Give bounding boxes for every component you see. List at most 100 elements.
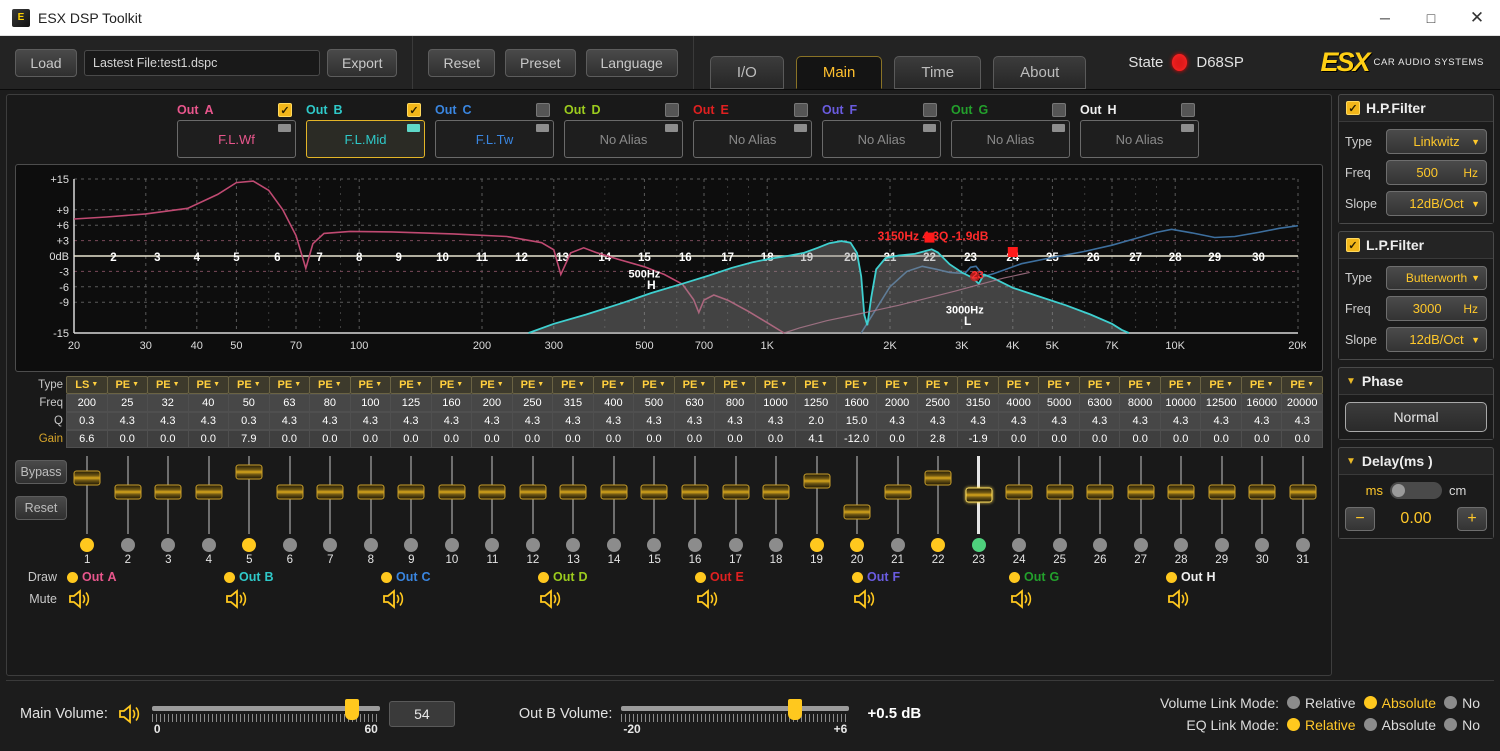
slider-knob-6[interactable] (276, 484, 303, 499)
eq-q-8[interactable]: 4.3 (350, 412, 392, 430)
slider-track-15[interactable] (653, 456, 655, 534)
eq-gain-13[interactable]: 0.0 (552, 430, 594, 448)
eq-type-19[interactable]: PE▼ (795, 376, 837, 394)
eq-type-1[interactable]: LS▼ (66, 376, 108, 394)
mute-item-b[interactable] (224, 588, 381, 610)
draw-item-h[interactable]: OutH (1166, 570, 1323, 584)
lp-type-select[interactable]: Butterworth ▼ (1386, 266, 1487, 290)
eq-gain-20[interactable]: -12.0 (836, 430, 878, 448)
eq-slider-28[interactable]: 28 (1161, 454, 1202, 566)
slider-track-21[interactable] (897, 456, 899, 534)
eq-type-9[interactable]: PE▼ (390, 376, 432, 394)
mute-item-f[interactable] (852, 588, 1009, 610)
slider-knob-7[interactable] (317, 484, 344, 499)
slider-handle[interactable] (345, 699, 359, 720)
draw-toggle-icon[interactable] (695, 572, 706, 583)
eq-slider-21[interactable]: 21 (877, 454, 918, 566)
slider-knob-30[interactable] (1249, 484, 1276, 499)
load-button[interactable]: Load (15, 49, 77, 77)
eq-slider-3[interactable]: 3 (148, 454, 189, 566)
eq-type-7[interactable]: PE▼ (309, 376, 351, 394)
eq-q-6[interactable]: 4.3 (269, 412, 311, 430)
slider-track-22[interactable] (937, 456, 939, 534)
draw-item-d[interactable]: OutD (538, 570, 695, 584)
eq-gain-21[interactable]: 0.0 (876, 430, 918, 448)
eq-freq-25[interactable]: 5000 (1038, 394, 1080, 412)
slider-track-7[interactable] (329, 456, 331, 534)
output-enable-checkbox-g[interactable] (1052, 103, 1066, 117)
eq-type-16[interactable]: PE▼ (674, 376, 716, 394)
slider-indicator-28[interactable] (1174, 538, 1188, 552)
delay-decrement-button[interactable]: − (1345, 507, 1375, 531)
output-alias-e[interactable]: No Alias (693, 120, 812, 158)
slider-track-29[interactable] (1221, 456, 1223, 534)
eq-type-14[interactable]: PE▼ (593, 376, 635, 394)
eq-type-25[interactable]: PE▼ (1038, 376, 1080, 394)
eq-slider-16[interactable]: 16 (675, 454, 716, 566)
eq-gain-18[interactable]: 0.0 (755, 430, 797, 448)
slider-track[interactable] (621, 706, 849, 711)
slider-track-23[interactable] (977, 456, 980, 534)
output-enable-checkbox-f[interactable] (923, 103, 937, 117)
eq-gain-26[interactable]: 0.0 (1079, 430, 1121, 448)
volume-link-relative[interactable]: Relative (1287, 695, 1356, 711)
slider-track-28[interactable] (1180, 456, 1182, 534)
output-alias-f[interactable]: No Alias (822, 120, 941, 158)
eq-type-15[interactable]: PE▼ (633, 376, 675, 394)
eq-q-9[interactable]: 4.3 (390, 412, 432, 430)
output-alias-b[interactable]: F.L.Mid (306, 120, 425, 158)
eq-slider-17[interactable]: 17 (715, 454, 756, 566)
eq-gain-25[interactable]: 0.0 (1038, 430, 1080, 448)
slider-indicator-21[interactable] (891, 538, 905, 552)
speaker-icon[interactable] (538, 588, 564, 610)
slider-indicator-11[interactable] (485, 538, 499, 552)
eq-freq-5[interactable]: 50 (228, 394, 270, 412)
slider-indicator-25[interactable] (1053, 538, 1067, 552)
delay-increment-button[interactable]: + (1457, 507, 1487, 531)
slider-indicator-3[interactable] (161, 538, 175, 552)
mute-item-a[interactable] (67, 588, 224, 610)
eq-freq-9[interactable]: 125 (390, 394, 432, 412)
slider-indicator-16[interactable] (688, 538, 702, 552)
slider-indicator-12[interactable] (526, 538, 540, 552)
file-field[interactable]: Lastest File:test1.dspc (84, 50, 320, 76)
eq-slider-4[interactable]: 4 (189, 454, 230, 566)
eq-gain-1[interactable]: 6.6 (66, 430, 108, 448)
draw-item-e[interactable]: OutE (695, 570, 852, 584)
slider-track-14[interactable] (613, 456, 615, 534)
output-alias-h[interactable]: No Alias (1080, 120, 1199, 158)
slider-track-12[interactable] (532, 456, 534, 534)
slider-track-5[interactable] (248, 456, 250, 534)
eq-type-21[interactable]: PE▼ (876, 376, 918, 394)
bypass-button[interactable]: Bypass (15, 460, 67, 484)
slider-knob-14[interactable] (600, 484, 627, 499)
delay-header[interactable]: ▼ Delay(ms ) (1339, 448, 1493, 475)
eq-slider-15[interactable]: 15 (634, 454, 675, 566)
slider-indicator-26[interactable] (1093, 538, 1107, 552)
draw-toggle-icon[interactable] (1166, 572, 1177, 583)
draw-toggle-icon[interactable] (852, 572, 863, 583)
eq-type-5[interactable]: PE▼ (228, 376, 270, 394)
eq-gain-28[interactable]: 0.0 (1160, 430, 1202, 448)
eq-freq-4[interactable]: 40 (188, 394, 230, 412)
eq-type-8[interactable]: PE▼ (350, 376, 392, 394)
slider-track-31[interactable] (1302, 456, 1304, 534)
eq-type-24[interactable]: PE▼ (998, 376, 1040, 394)
eq-gain-19[interactable]: 4.1 (795, 430, 837, 448)
slider-track-6[interactable] (289, 456, 291, 534)
slider-knob-5[interactable] (236, 464, 263, 479)
output-enable-checkbox-d[interactable] (665, 103, 679, 117)
slider-track-13[interactable] (572, 456, 574, 534)
eq-q-27[interactable]: 4.3 (1119, 412, 1161, 430)
draw-toggle-icon[interactable] (67, 572, 78, 583)
eq-slider-2[interactable]: 2 (108, 454, 149, 566)
eq-freq-30[interactable]: 16000 (1241, 394, 1283, 412)
eq-q-31[interactable]: 4.3 (1281, 412, 1323, 430)
eq-freq-10[interactable]: 160 (431, 394, 473, 412)
tab-io[interactable]: I/O (710, 56, 784, 89)
slider-track-8[interactable] (370, 456, 372, 534)
lp-freq-input[interactable]: 3000 Hz (1386, 296, 1487, 321)
eq-freq-29[interactable]: 12500 (1200, 394, 1242, 412)
eq-gain-23[interactable]: -1.9 (957, 430, 999, 448)
slider-indicator-8[interactable] (364, 538, 378, 552)
